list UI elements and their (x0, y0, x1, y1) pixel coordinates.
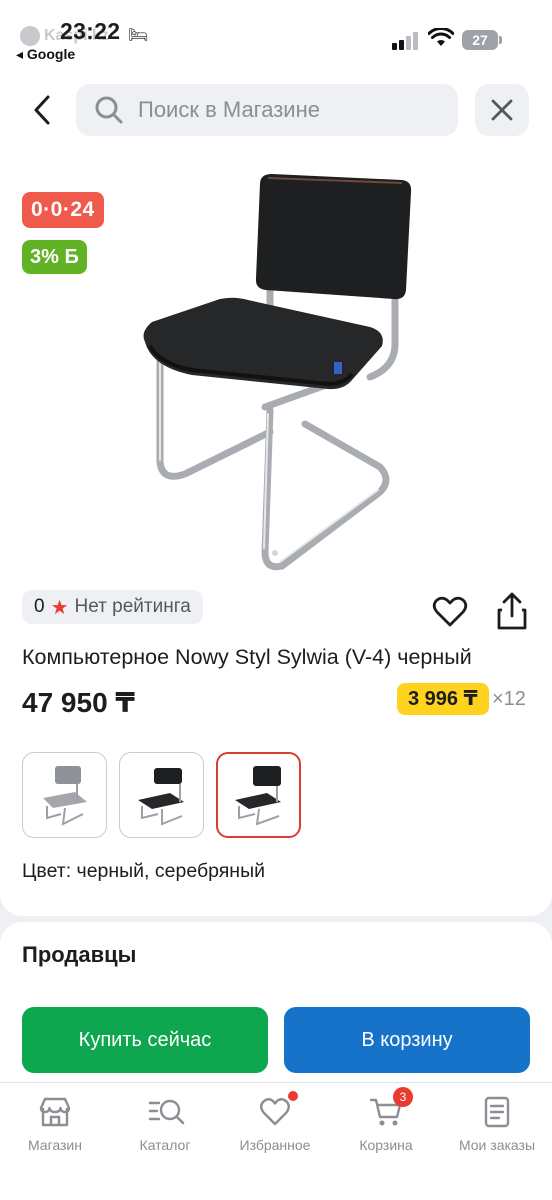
app-logo-icon (20, 26, 40, 46)
nav-label-cart: Корзина (359, 1137, 413, 1153)
sellers-title: Продавцы (22, 942, 137, 967)
bonus-badge: 3% Б (22, 240, 87, 274)
product-price: 47 950 ₸ (22, 687, 135, 718)
catalog-search-icon (148, 1095, 185, 1129)
close-icon (491, 99, 513, 121)
status-bar: Kaspi.kz 23:22 🛏 ◂ Google 27 (0, 0, 552, 68)
share-icon (497, 592, 527, 630)
variant-black-thin[interactable] (119, 752, 204, 838)
rating-value: 0 (34, 596, 45, 617)
bottom-navigation: Магазин Каталог Избранное 3 Корзина Мои … (0, 1082, 552, 1200)
nav-item-favorites[interactable]: Избранное (220, 1091, 330, 1153)
back-button[interactable] (22, 82, 62, 138)
product-title: Компьютерное Nowy Styl Sylwia (V-4) черн… (22, 645, 472, 669)
share-button[interactable] (492, 590, 532, 634)
nav-item-cart[interactable]: 3 Корзина (331, 1087, 441, 1153)
heart-icon (432, 596, 468, 627)
chevron-left-icon (34, 95, 50, 125)
favorite-button[interactable] (430, 592, 470, 632)
cart-count-badge: 3 (393, 1087, 413, 1107)
variant-grey[interactable] (22, 752, 107, 838)
color-label: Цвет: черный, серебряный (22, 860, 265, 882)
back-to-app-link[interactable]: ◂ Google (16, 46, 75, 63)
star-icon: ★ (50, 596, 69, 619)
nav-item-catalog[interactable]: Каталог (110, 1095, 220, 1153)
installment-price-badge[interactable]: 3 996 ₸ (397, 683, 489, 715)
rating-chip[interactable]: 0 ★ Нет рейтинга (22, 590, 203, 624)
orders-icon (480, 1095, 514, 1129)
cellular-signal-icon (392, 32, 420, 50)
product-image[interactable] (130, 162, 420, 582)
nav-item-orders[interactable]: Мои заказы (442, 1095, 552, 1153)
favorites-notification-dot (288, 1091, 298, 1101)
image-pager-dot (272, 550, 278, 556)
search-input[interactable]: Поиск в Магазине (76, 84, 458, 136)
heart-icon (258, 1091, 298, 1129)
nav-label-catalog: Каталог (139, 1137, 191, 1153)
store-icon (38, 1095, 72, 1129)
buy-now-button[interactable]: Купить сейчас (22, 1007, 268, 1073)
product-card: 0·0·24 3% Б 0 ★ Нет рейтинга Компьютерно… (0, 152, 552, 916)
nav-label-orders: Мои заказы (458, 1137, 536, 1153)
close-search-button[interactable] (475, 84, 529, 136)
cart-icon: 3 (369, 1087, 413, 1129)
battery-indicator: 27 (462, 30, 502, 50)
nav-label-store: Магазин (27, 1137, 82, 1153)
color-variants (22, 752, 301, 838)
wifi-icon (427, 27, 455, 54)
rating-text: Нет рейтинга (74, 596, 191, 617)
add-to-cart-button[interactable]: В корзину (284, 1007, 530, 1073)
sleep-mode-icon: 🛏 (128, 27, 149, 44)
nav-item-store[interactable]: Магазин (0, 1095, 110, 1153)
search-icon (95, 96, 123, 124)
status-time: 23:22 (60, 18, 121, 44)
search-placeholder: Поиск в Магазине (138, 97, 320, 122)
search-header: Поиск в Магазине (0, 68, 552, 152)
installment-months: ×12 (492, 688, 526, 710)
variant-black[interactable] (216, 752, 301, 838)
installment-badge: 0·0·24 (22, 192, 104, 228)
nav-label-favorites: Избранное (239, 1137, 311, 1153)
product-page: Kaspi.kz 23:22 🛏 ◂ Google 27 Поиск в Маг… (0, 0, 552, 1200)
